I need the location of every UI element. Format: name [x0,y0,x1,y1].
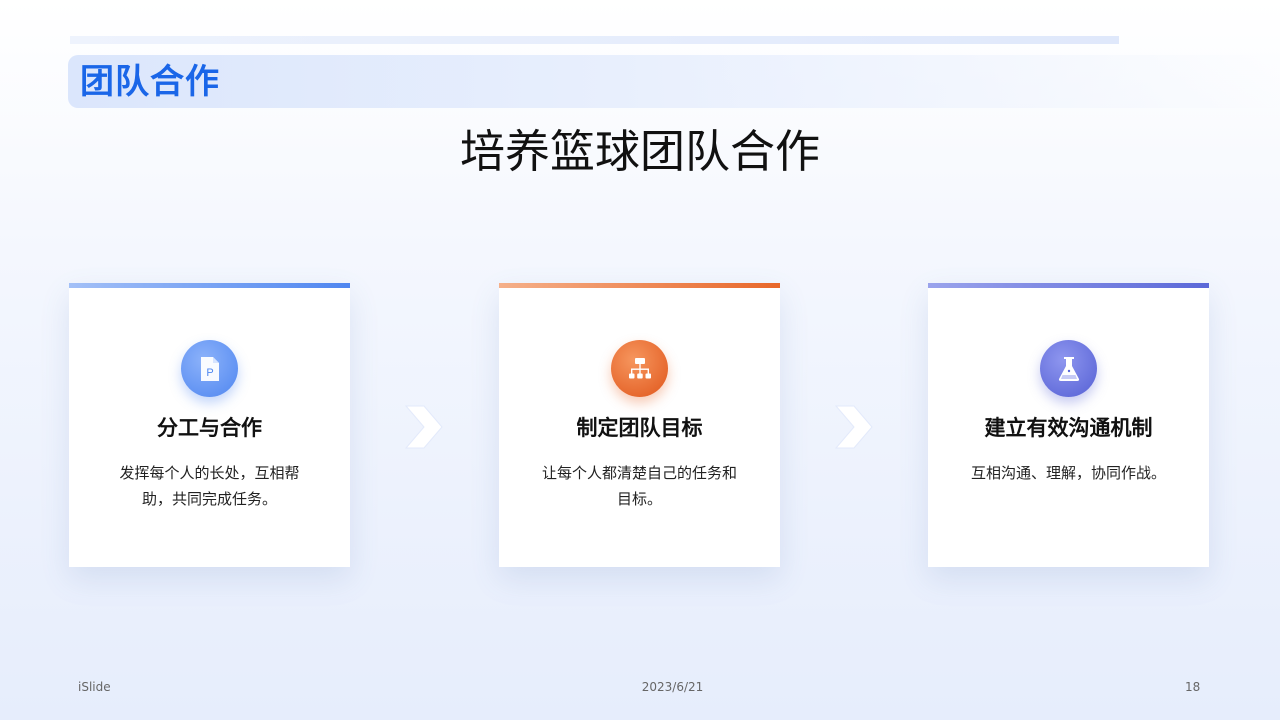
card-accent-bar [928,283,1209,288]
section-title: 团队合作 [80,62,220,102]
flask-icon [1040,340,1097,397]
card-title: 制定团队目标 [576,416,703,440]
card-title: 分工与合作 [157,416,262,440]
chevron-right-icon [834,405,873,449]
page-number: 18 [1185,680,1201,694]
card-text: 发挥每个人的长处，互相帮助，共同完成任务。 [119,464,300,508]
card-accent-bar [69,283,350,288]
chevron-right-icon [404,405,443,449]
header-band [68,55,1280,108]
card-text: 让每个人都清楚自己的任务和目标。 [541,464,737,508]
org-chart-icon [611,340,668,397]
svg-text:P: P [206,367,213,379]
card-title: 建立有效沟通机制 [984,416,1153,440]
card-communication: 建立有效沟通机制 互相沟通、理解，协同作战。 [928,283,1209,567]
document-p-icon: P [181,340,238,397]
main-title: 培养篮球团队合作 [459,125,820,178]
card-accent-bar [499,283,780,288]
card-team-goals: 制定团队目标 让每个人都清楚自己的任务和目标。 [499,283,780,567]
card-division-cooperation: P 分工与合作 发挥每个人的长处，互相帮助，共同完成任务。 [69,283,350,567]
card-text: 互相沟通、理解，协同作战。 [970,464,1166,482]
header-decor-line [70,36,1119,44]
footer-date: 2023/6/21 [641,680,704,694]
